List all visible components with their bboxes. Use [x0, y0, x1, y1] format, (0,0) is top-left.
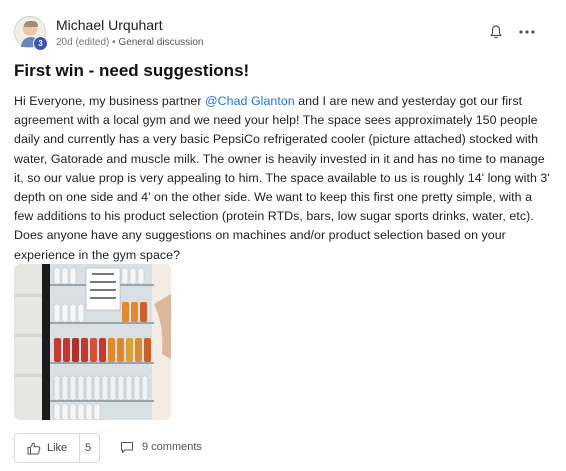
meta-separator: •: [112, 37, 116, 48]
user-mention[interactable]: @Chad Glanton: [205, 94, 295, 108]
post-body: Hi Everyone, my business partner @Chad G…: [14, 92, 554, 265]
like-label: Like: [47, 442, 68, 454]
more-horizontal-icon[interactable]: [516, 24, 538, 40]
attached-photo[interactable]: [14, 264, 171, 420]
post-age: 20d (edited): [56, 37, 110, 48]
comment-icon: [121, 442, 133, 453]
post-category[interactable]: General discussion: [118, 37, 203, 48]
body-text-part1: Hi Everyone, my business partner: [14, 94, 206, 108]
like-count[interactable]: 5: [85, 442, 91, 454]
like-divider: [79, 434, 80, 462]
author-name[interactable]: Michael Urquhart: [56, 17, 163, 33]
post-header: 3 Michael Urquhart 20d (edited) • Genera…: [14, 16, 552, 52]
post-title: First win - need suggestions!: [14, 61, 250, 80]
author-avatar[interactable]: 3: [14, 16, 48, 51]
body-text-part2: and I are new and yesterday got our firs…: [14, 94, 550, 262]
cooler-photo-image: [14, 264, 171, 420]
post-meta: 20d (edited) • General discussion: [56, 37, 204, 48]
like-button[interactable]: Like 5: [14, 433, 100, 463]
thumbs-up-icon: [27, 442, 41, 455]
avatar-hair: [24, 21, 38, 27]
bell-icon[interactable]: [488, 24, 504, 40]
comments-count: 9 comments: [142, 441, 202, 453]
level-badge: 3: [33, 36, 48, 51]
